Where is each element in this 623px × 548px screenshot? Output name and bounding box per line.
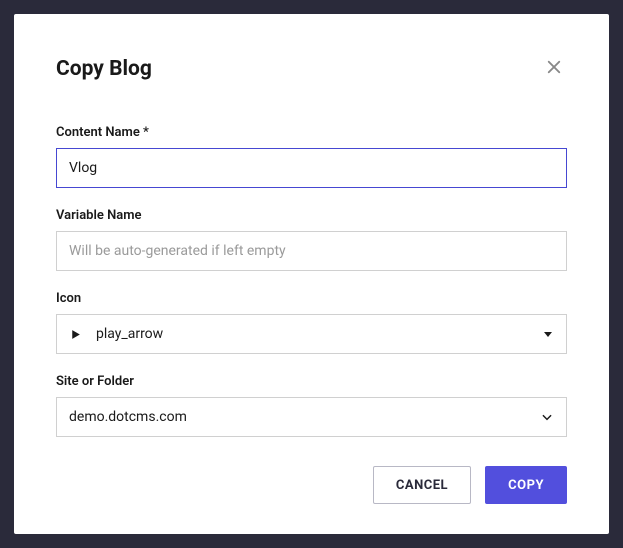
dialog-header: Copy Blog	[56, 54, 567, 83]
close-button[interactable]	[541, 54, 567, 83]
cancel-button[interactable]: CANCEL	[373, 466, 471, 504]
content-name-field-group: Content Name *	[56, 125, 567, 188]
variable-name-field-group: Variable Name	[56, 208, 567, 271]
chevron-down-icon	[540, 410, 554, 424]
play-arrow-icon	[69, 328, 82, 341]
dialog-footer: CANCEL COPY	[56, 466, 567, 504]
variable-name-input[interactable]	[56, 231, 567, 271]
content-name-input[interactable]	[56, 148, 567, 188]
dialog-title: Copy Blog	[56, 57, 152, 81]
site-folder-field-group: Site or Folder demo.dotcms.com	[56, 374, 567, 437]
icon-select[interactable]: play_arrow	[56, 314, 567, 354]
copy-blog-dialog: Copy Blog Content Name * Variable Name I…	[14, 14, 609, 534]
site-folder-select[interactable]: demo.dotcms.com	[56, 397, 567, 437]
caret-down-icon	[542, 328, 554, 340]
content-name-label: Content Name *	[56, 125, 567, 140]
close-icon	[545, 58, 563, 79]
icon-select-value: play_arrow	[96, 326, 542, 342]
site-folder-select-value: demo.dotcms.com	[69, 409, 540, 425]
icon-label: Icon	[56, 291, 567, 306]
variable-name-label: Variable Name	[56, 208, 567, 223]
copy-button[interactable]: COPY	[485, 466, 567, 504]
site-folder-label: Site or Folder	[56, 374, 567, 389]
icon-field-group: Icon play_arrow	[56, 291, 567, 354]
